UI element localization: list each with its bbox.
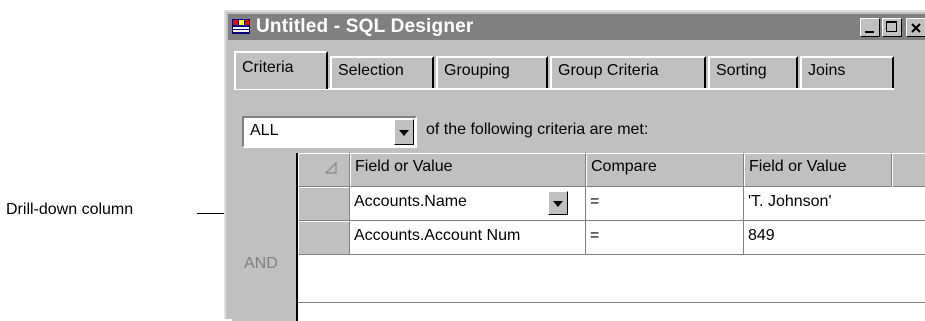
field-dropdown-button[interactable]: [548, 191, 568, 215]
column-header-field-left[interactable]: Field or Value: [350, 153, 586, 187]
criteria-grid: AND Field or Value Compare Field or Valu…: [230, 153, 925, 321]
row1-value-cell[interactable]: 'T. Johnson': [744, 187, 925, 221]
minimize-icon: [865, 31, 874, 33]
tab-joins[interactable]: Joins: [800, 56, 894, 88]
match-mode-value: ALL: [250, 122, 279, 139]
sql-designer-window: Untitled - SQL Designer Criteria Selecti…: [224, 10, 925, 321]
row2-value: 849: [748, 227, 775, 244]
close-icon: [911, 23, 921, 33]
dropdown-button[interactable]: [394, 119, 414, 145]
row1-compare-value: =: [590, 193, 600, 210]
minimize-button[interactable]: [860, 18, 880, 37]
match-mode-dropdown[interactable]: ALL: [242, 116, 417, 148]
chevron-down-icon: [553, 201, 563, 207]
new-criteria-row[interactable]: [298, 255, 925, 303]
column-header-compare[interactable]: Compare: [586, 153, 744, 187]
row2-field-cell[interactable]: Accounts.Account Num: [350, 221, 586, 255]
select-all-icon: [325, 162, 337, 174]
criteria-description: of the following criteria are met:: [426, 121, 649, 138]
drill-down-header[interactable]: [298, 153, 350, 187]
row2-value-cell[interactable]: 849: [744, 221, 925, 255]
row1-field-value: Accounts.Name: [354, 193, 467, 210]
column-header-label: Compare: [591, 158, 657, 175]
column-header-filler: [892, 153, 925, 187]
tab-sorting[interactable]: Sorting: [708, 56, 798, 88]
maximize-icon: [886, 21, 897, 32]
tab-label: Selection: [338, 62, 404, 79]
chevron-down-icon: [399, 130, 409, 136]
row2-compare-value: =: [590, 227, 600, 244]
row1-field-cell[interactable]: Accounts.Name: [350, 187, 586, 221]
row2-compare-cell[interactable]: =: [586, 221, 744, 255]
tab-label: Group Criteria: [558, 62, 659, 79]
row1-compare-cell[interactable]: =: [586, 187, 744, 221]
tab-grouping[interactable]: Grouping: [436, 56, 548, 88]
column-header-label: Field or Value: [355, 158, 453, 175]
title-bar[interactable]: Untitled - SQL Designer: [228, 14, 925, 40]
drill-down-button[interactable]: [298, 187, 350, 221]
column-header-label: Field or Value: [749, 158, 847, 175]
column-header-field-right[interactable]: Field or Value: [744, 153, 892, 187]
tab-panel-edge: [234, 88, 894, 90]
and-connector-label: AND: [244, 255, 278, 272]
connector-column: AND: [232, 153, 298, 321]
tab-selection[interactable]: Selection: [330, 56, 434, 88]
close-button[interactable]: [906, 18, 925, 37]
drill-down-callout-label: Drill-down column: [6, 201, 134, 218]
tab-label: Grouping: [444, 62, 510, 79]
tab-label: Joins: [808, 62, 846, 79]
window-title: Untitled - SQL Designer: [256, 16, 474, 37]
row1-value: 'T. Johnson': [748, 193, 832, 210]
tab-label: Sorting: [716, 62, 767, 79]
tab-label: Criteria: [242, 59, 294, 76]
app-icon: [232, 19, 250, 34]
drill-down-button[interactable]: [298, 221, 350, 255]
maximize-button[interactable]: [882, 18, 902, 37]
tab-criteria[interactable]: Criteria: [234, 51, 328, 89]
row2-field-value: Accounts.Account Num: [354, 227, 521, 244]
tab-group-criteria[interactable]: Group Criteria: [550, 56, 706, 88]
